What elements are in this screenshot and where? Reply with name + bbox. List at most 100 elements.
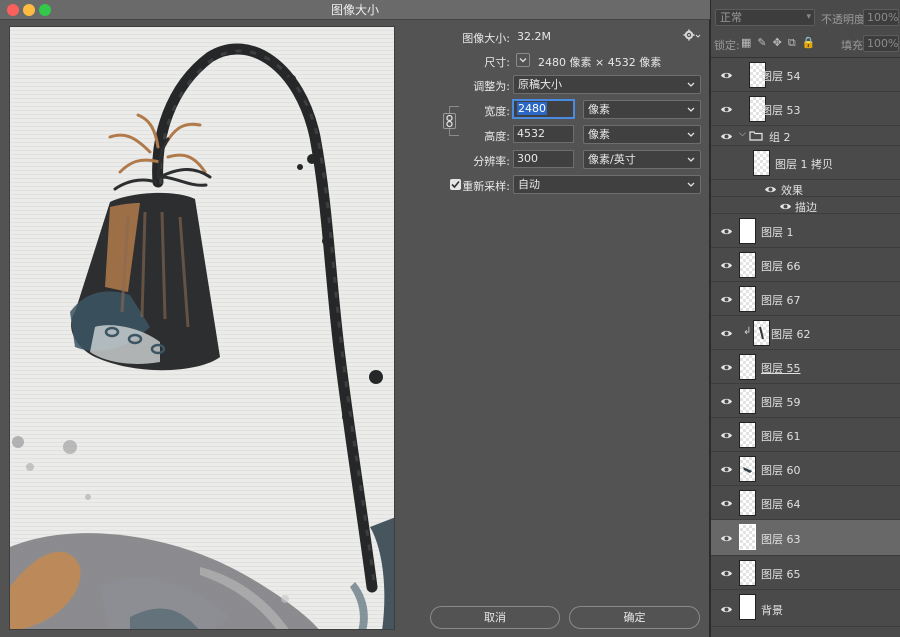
width-unit-value: 像素 — [588, 103, 610, 116]
visibility-eye-icon[interactable] — [720, 293, 733, 306]
layer-thumbnail — [739, 594, 756, 620]
visibility-eye-icon[interactable] — [720, 130, 733, 143]
resolution-input[interactable]: 300 — [513, 150, 574, 168]
lock-label: 锁定: — [714, 39, 740, 52]
layer-thumbnail — [739, 218, 756, 244]
visibility-eye-icon[interactable] — [720, 532, 733, 545]
zoom-window-button[interactable] — [39, 4, 51, 16]
ok-button[interactable]: 确定 — [569, 606, 700, 629]
visibility-eye-icon[interactable] — [779, 200, 792, 213]
blend-mode-dropdown[interactable]: 正常 ▾ — [715, 9, 815, 26]
layer-row[interactable]: 描边 — [711, 197, 900, 214]
gear-icon[interactable] — [683, 29, 701, 41]
layer-name: 图层 1 — [761, 226, 794, 239]
lock-all-icon[interactable]: 🔒 — [802, 36, 816, 50]
layer-row[interactable]: 效果 — [711, 180, 900, 197]
layer-name: 图层 66 — [761, 260, 801, 273]
layer-thumbnail — [753, 150, 770, 176]
resample-label: 重新采样: — [462, 180, 510, 193]
visibility-eye-icon[interactable] — [720, 463, 733, 476]
resample-dropdown[interactable]: 自动 — [513, 175, 701, 194]
layer-thumbnail — [753, 320, 770, 346]
layers-panel-options: 正常 ▾ 不透明度: 100% 锁定: ▦ ✎ ✥ ⧉ 🔒 填充: 100% — [711, 0, 900, 58]
resolution-label: 分辨率: — [473, 155, 510, 168]
visibility-eye-icon[interactable] — [720, 567, 733, 580]
lock-transparent-pixels-icon[interactable]: ▦ — [741, 36, 751, 50]
visibility-eye-icon[interactable] — [720, 361, 733, 374]
layer-name: 效果 — [781, 184, 803, 197]
height-label: 高度: — [484, 130, 510, 143]
fit-to-dropdown[interactable]: 原稿大小 — [513, 75, 701, 94]
dialog-title: 图像大小 — [330, 3, 379, 17]
chevron-down-icon — [687, 157, 695, 162]
lock-artboard-icon[interactable]: ⧉ — [788, 36, 796, 50]
layer-name: 图层 54 — [761, 70, 801, 83]
layer-row[interactable]: 图层 67 — [711, 282, 900, 316]
layer-row[interactable]: 图层 55 — [711, 350, 900, 384]
visibility-eye-icon[interactable] — [720, 225, 733, 238]
opacity-input[interactable]: 100% — [863, 9, 899, 26]
layer-name: 图层 67 — [761, 294, 801, 307]
layer-thumbnail — [739, 354, 756, 380]
layer-thumbnail — [739, 560, 756, 586]
layer-name: 图层 59 — [761, 396, 801, 409]
visibility-eye-icon[interactable] — [720, 259, 733, 272]
layer-row[interactable]: 图层 60 — [711, 452, 900, 486]
layer-thumbnail — [739, 286, 756, 312]
width-label: 宽度: — [484, 105, 510, 118]
layer-row[interactable]: 图层 53 — [711, 92, 900, 126]
visibility-eye-icon[interactable] — [720, 69, 733, 82]
lock-image-pixels-brush-icon[interactable]: ✎ — [757, 36, 766, 50]
chevron-down-icon — [687, 82, 695, 87]
layer-row[interactable]: ↲ 图层 62 — [711, 316, 900, 350]
dimensions-label: 尺寸: — [484, 56, 510, 69]
layer-row[interactable]: 图层 64 — [711, 486, 900, 520]
chevron-down-icon — [687, 132, 695, 137]
layer-row[interactable]: 图层 1 拷贝 — [711, 146, 900, 180]
image-preview[interactable] — [9, 26, 395, 630]
layer-thumbnail — [739, 490, 756, 516]
layer-row[interactable]: 背景 — [711, 590, 900, 627]
image-size-dialog: 图像大小 图像大小: 32.2M 尺寸: 2480 像素 × 4532 像素 调… — [0, 0, 710, 637]
layer-thumbnail — [739, 524, 756, 550]
cancel-button[interactable]: 取消 — [430, 606, 560, 629]
resolution-unit-dropdown[interactable]: 像素/英寸 — [583, 150, 701, 169]
layer-row[interactable]: 图层 65 — [711, 556, 900, 590]
fit-to-value: 原稿大小 — [518, 78, 562, 91]
dimensions-unit-toggle[interactable] — [516, 53, 530, 67]
fill-input[interactable]: 100% — [863, 35, 899, 52]
layer-thumbnail — [739, 422, 756, 448]
close-window-button[interactable] — [7, 4, 19, 16]
visibility-eye-icon[interactable] — [764, 183, 777, 196]
image-size-label: 图像大小: — [462, 32, 510, 45]
layer-name: 描边 — [795, 201, 817, 214]
layer-row[interactable]: ⌵ 组 2 — [711, 126, 900, 146]
fit-to-label: 调整为: — [473, 80, 510, 93]
layer-row[interactable]: 图层 66 — [711, 248, 900, 282]
minimize-window-button[interactable] — [23, 4, 35, 16]
height-unit-value: 像素 — [588, 128, 610, 141]
width-input[interactable]: 2480 — [513, 100, 574, 118]
height-unit-dropdown[interactable]: 像素 — [583, 125, 701, 144]
visibility-eye-icon[interactable] — [720, 497, 733, 510]
clipping-mask-arrow-icon: ↲ — [743, 326, 752, 337]
layer-name: 图层 60 — [761, 464, 801, 477]
layer-name: 图层 65 — [761, 568, 801, 581]
width-unit-dropdown[interactable]: 像素 — [583, 100, 701, 119]
layer-row[interactable]: 图层 54 — [711, 58, 900, 92]
layer-row[interactable]: 图层 59 — [711, 384, 900, 418]
chevron-down-icon[interactable]: ⌵ — [739, 129, 746, 139]
height-input[interactable]: 4532 — [513, 125, 574, 143]
layer-row[interactable]: 图层 1 — [711, 214, 900, 248]
resolution-unit-value: 像素/英寸 — [588, 153, 636, 166]
visibility-eye-icon[interactable] — [720, 395, 733, 408]
layer-row[interactable]: 图层 61 — [711, 418, 900, 452]
dimensions-value: 2480 像素 × 4532 像素 — [538, 56, 662, 69]
visibility-eye-icon[interactable] — [720, 603, 733, 616]
lock-position-move-icon[interactable]: ✥ — [773, 36, 782, 50]
chain-link-icon[interactable] — [443, 113, 456, 129]
visibility-eye-icon[interactable] — [720, 103, 733, 116]
visibility-eye-icon[interactable] — [720, 327, 733, 340]
layer-row[interactable]: 图层 63 — [711, 520, 900, 556]
visibility-eye-icon[interactable] — [720, 429, 733, 442]
